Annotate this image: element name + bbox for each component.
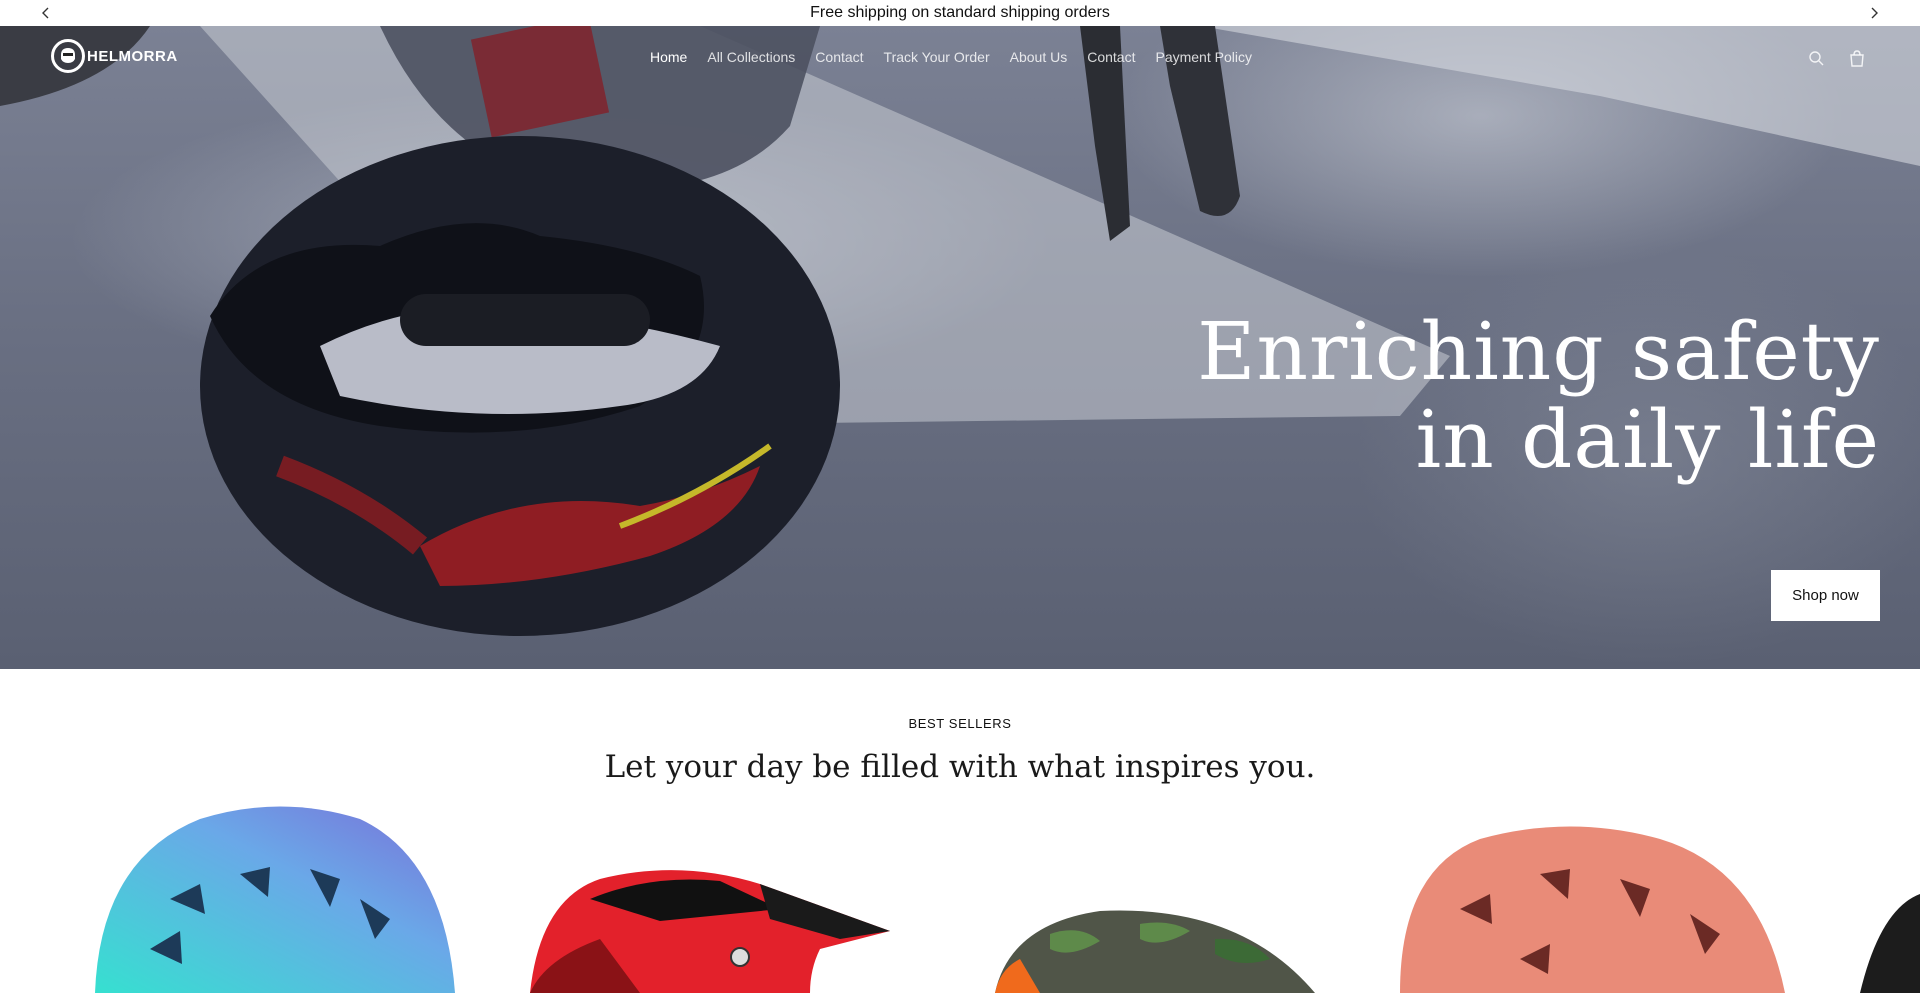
shop-now-button[interactable]: Shop now — [1771, 570, 1880, 621]
product-image-partial-helmet[interactable] — [1860, 894, 1920, 993]
nav-item-home[interactable]: Home — [650, 49, 687, 65]
announcement-bar: Free shipping on standard shipping order… — [0, 0, 1920, 27]
main-nav: Home All Collections Contact Track Your … — [650, 49, 1252, 65]
nav-item-contact[interactable]: Contact — [815, 49, 863, 65]
hero-headline-line-2: in daily life — [1415, 393, 1880, 486]
cart-icon — [1850, 50, 1864, 67]
chevron-left-icon — [42, 7, 49, 19]
product-image-turquoise-purple-helmet[interactable] — [95, 806, 455, 993]
chevron-right-icon — [1871, 7, 1878, 19]
announcement-text: Free shipping on standard shipping order… — [810, 4, 1110, 21]
hero-headline: Enriching safety in daily life — [1197, 308, 1880, 484]
hero-headline-line-1: Enriching safety — [1197, 305, 1880, 398]
nav-item-about-us[interactable]: About Us — [1010, 49, 1068, 65]
site-header: HELMORRA Home All Collections Contact Tr… — [0, 26, 1920, 90]
logo-text: HELMORRA — [87, 47, 178, 65]
product-image-red-black-moto-helmet[interactable] — [530, 870, 890, 993]
product-carousel — [95, 806, 1920, 993]
nav-item-track-your-order[interactable]: Track Your Order — [884, 49, 990, 65]
cart-button[interactable] — [1847, 48, 1867, 68]
helmet-logo-icon — [51, 39, 85, 73]
search-button[interactable] — [1806, 48, 1826, 68]
nav-item-all-collections[interactable]: All Collections — [707, 49, 795, 65]
announcement-prev-button[interactable] — [33, 0, 59, 26]
product-image-coral-helmet[interactable] — [1400, 826, 1785, 993]
nav-item-contact-2[interactable]: Contact — [1087, 49, 1135, 65]
announcement-next-button[interactable] — [1861, 0, 1887, 26]
logo[interactable]: HELMORRA — [51, 39, 178, 73]
search-icon — [1809, 51, 1824, 66]
best-sellers-section: BEST SELLERS Let your day be filled with… — [0, 669, 1920, 993]
product-image-camo-orange-helmet[interactable] — [995, 910, 1315, 993]
nav-item-payment-policy[interactable]: Payment Policy — [1155, 49, 1251, 65]
hero-banner: Enriching safety in daily life Shop now — [0, 26, 1920, 669]
